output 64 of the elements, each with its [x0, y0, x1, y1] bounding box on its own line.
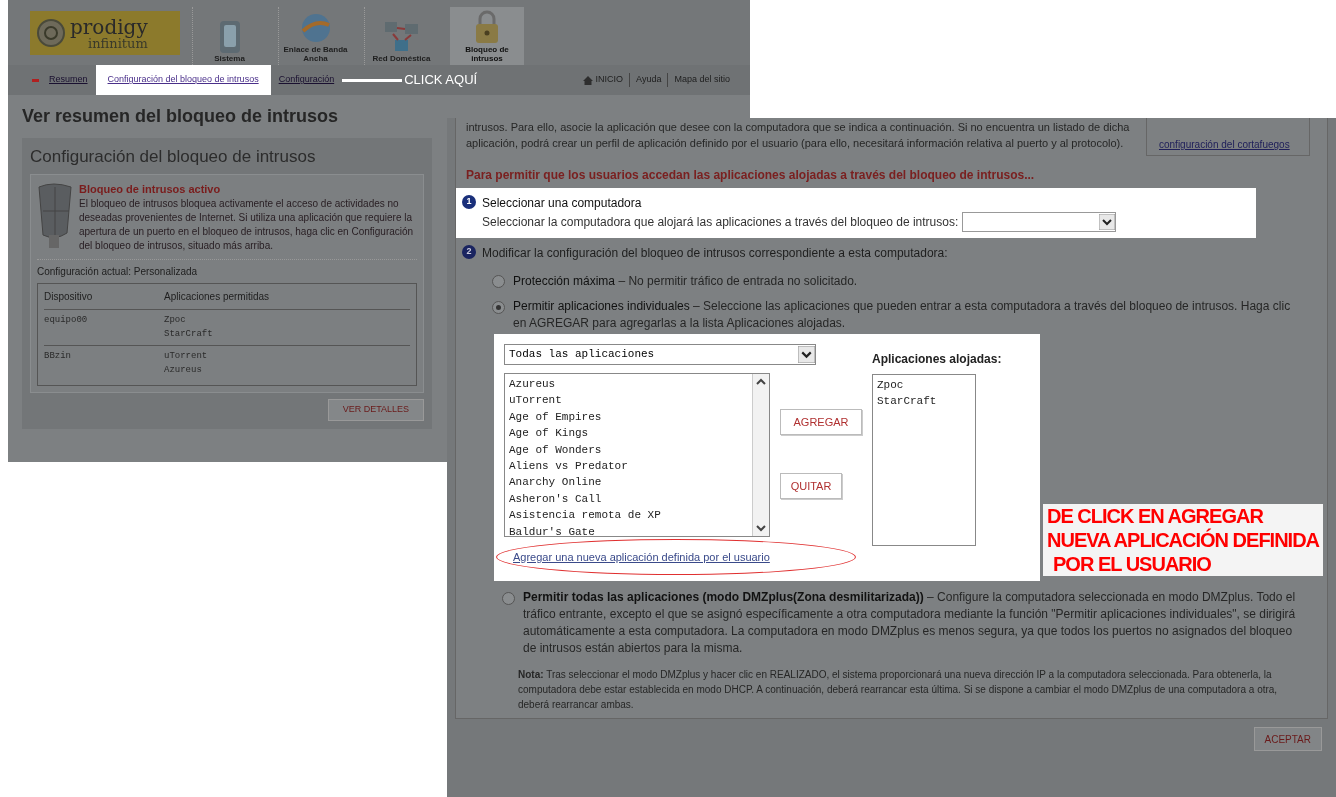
logo-brand-text: prodigy: [70, 16, 148, 37]
home-icon: [582, 75, 593, 85]
add-button[interactable]: AGREGAR: [780, 409, 862, 435]
step-number-badge: 2: [462, 245, 476, 259]
radio-button[interactable]: [492, 275, 505, 288]
instruction-annotation: DE CLICK EN AGREGAR NUEVA APLICACIÓN DEFINIDA POR EL USUARIO: [1043, 504, 1324, 576]
card-title: Configuración del bloqueo de intrusos: [30, 146, 317, 168]
computer-select[interactable]: [962, 212, 1117, 232]
nav-tab[interactable]: Bloqueo de intrusos: [450, 7, 524, 65]
table-cell: StarCraft: [164, 327, 213, 341]
hosted-app-item[interactable]: StarCraft: [877, 393, 971, 409]
nav-tab[interactable]: Sistema: [192, 7, 266, 65]
page-title: Ver resumen del bloqueo de intrusos: [22, 105, 339, 128]
sub-nav-link[interactable]: Configuración del bloqueo de intrusos: [95, 65, 271, 95]
application-item[interactable]: Age of Empires: [509, 408, 748, 426]
bullet-marker-icon: [32, 78, 39, 82]
scrollbar[interactable]: [752, 374, 769, 536]
table-cell-text: Azureus: [164, 363, 203, 377]
table-cell-text: uTorrent: [164, 350, 208, 363]
table-cell-text: equipo00: [44, 314, 89, 327]
column-header: Dispositivo: [44, 290, 94, 304]
status-title: Bloqueo de intrusos activo: [79, 181, 222, 197]
note-text: Nota: Tras seleccionar el modo DMZplus y hacer clic en REALIZADO, el sistema proporcionará una nueva dirección IP a la computadora seleccionada. Para obtenerla, la computadora debe estar establecida en modo DHCP. A continuación, deberá rearrancar esta última. Si se dispone a cambiar el modo DMZplus de una computadora a otra, deberá rearrancar ambas.: [517, 668, 1279, 712]
hosted-apps-list[interactable]: Zpoc StarCraft: [872, 374, 976, 546]
sub-nav-link[interactable]: Configuración: [270, 73, 343, 87]
intro-text: intrusos. Para ello, asocie la aplicación que desee con la computadora que se indica a continuación. Si no encuentra un listado de dicha aplicación, podrá crear un perfil de aplicación definido por el usuario (para ello, necesitará información relativa al puerto y al protocolo).: [466, 120, 1131, 151]
table-cell-text: BBzin: [44, 350, 72, 363]
network-icon: [382, 20, 421, 54]
table-cell-text: Zpoc: [164, 314, 187, 327]
new-app-link[interactable]: Agregar una nueva aplicación definida por el usuario: [513, 548, 770, 566]
callout-text: CLICK AQUÍ: [403, 71, 478, 90]
step-label: Seleccionar la computadora que alojará las aplicaciones a través del bloqueo de intrusos:: [482, 214, 959, 231]
sub-nav-link[interactable]: Resumen: [41, 73, 96, 87]
application-item[interactable]: Asheron's Call: [509, 490, 748, 508]
logo-emblem-icon: [36, 18, 66, 48]
application-item[interactable]: Asistencia remota de XP: [509, 507, 748, 524]
application-item[interactable]: Anarchy Online: [509, 474, 748, 491]
radio-button[interactable]: [492, 301, 505, 314]
column-header: Aplicaciones permitidas: [164, 290, 270, 304]
option-text: Permitir aplicaciones individuales – Seleccione las aplicaciones que pueden entrar a esta computadora a través del bloqueo de intrusos. Haga clic en AGREGAR para agregarlas a la lista Aplicaciones alojadas.: [513, 298, 1292, 332]
hosted-app-item[interactable]: Zpoc: [877, 377, 971, 393]
radio-button[interactable]: [502, 592, 515, 605]
status-description: El bloqueo de intrusos bloquea activamente el acceso de actividades no deseadas provenientes de Internet. Si utiliza una aplicación que requiere la apertura de un puerto en el bloqueo de intrusos, haga clic en Configuración del bloqueo de intrusos, situado más arriba.: [79, 197, 415, 253]
option-text: Protección máxima – No permitir tráfico de entrada no solicitado.: [513, 273, 858, 290]
step-number-badge: 1: [462, 195, 476, 209]
current-config: Configuración actual: Personalizada: [37, 265, 199, 279]
option-text: Permitir todas las aplicaciones (modo DMZplus(Zona desmilitarizada)) – Configure la computadora seleccionada en modo DMZplus. Todo el tráfico entrante, excepto el que se asignó específicamente a otra computadora mediante la función "Permitir aplicaciones individuales", se dirigirá automáticamente a esta computadora. La computadora en modo DMZplus es menos segura, ya que todos los puertos no asignados del bloqueo de intrusos están abiertos para la misma.: [523, 589, 1297, 657]
application-item[interactable]: uTorrent: [509, 392, 748, 409]
application-item[interactable]: Aliens vs Predator: [509, 458, 748, 475]
shield-device-icon: [37, 180, 73, 249]
application-item[interactable]: Age of Wonders: [509, 441, 748, 459]
application-item[interactable]: Azureus: [509, 376, 748, 393]
section-heading: Para permitir que los usuarios accedan las aplicaciones alojadas a través del bloqueo de intrusos...: [465, 167, 1036, 184]
firewall-settings-link[interactable]: configuración del cortafuegos: [1159, 138, 1290, 151]
step-title: Seleccionar una computadora: [482, 195, 643, 212]
remove-button[interactable]: QUITAR: [780, 473, 842, 499]
application-item[interactable]: Age of Kings: [509, 425, 748, 442]
hosted-apps-label: Aplicaciones alojadas:: [872, 351, 1002, 368]
step-title: Modificar la configuración del bloqueo de intrusos correspondiente a esta computadora:: [482, 245, 948, 262]
dropdown-arrow-icon: [1099, 214, 1116, 230]
application-list[interactable]: Azureus uTorrent Age of Empires Age of Kings Age of Wonders Aliens vs Predator Anarchy Online Asheron's Call Asistencia remota de XP Baldur's Gate: [504, 373, 770, 537]
app-filter-select[interactable]: Todas las aplicaciones: [504, 344, 816, 365]
callout-line: [342, 78, 403, 82]
dropdown-arrow-icon: [798, 346, 815, 363]
